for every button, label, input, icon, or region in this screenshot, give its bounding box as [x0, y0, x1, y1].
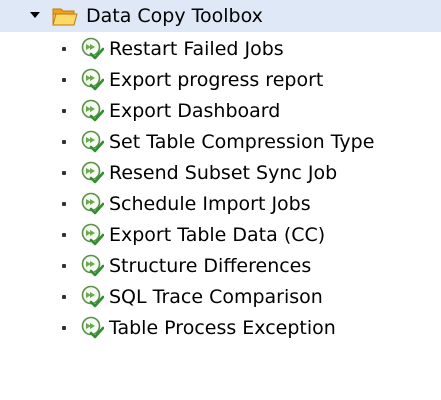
execute-icon — [81, 161, 104, 184]
tree-item-label: Table Process Exception — [109, 317, 336, 339]
execute-icon — [81, 37, 104, 60]
tree-root-label: Data Copy Toolbox — [86, 5, 263, 27]
tree-children: Restart Failed Jobs Export progress repo… — [0, 33, 441, 343]
bullet-icon — [62, 326, 66, 330]
toolbox-tree: Data Copy Toolbox Restart Failed Jobs Ex… — [0, 0, 441, 400]
tree-item-export-table-data-cc[interactable]: Export Table Data (CC) — [0, 219, 441, 250]
tree-item-structure-differences[interactable]: Structure Differences — [0, 250, 441, 281]
bullet-icon — [62, 202, 66, 206]
tree-item-label: SQL Trace Comparison — [109, 286, 323, 308]
tree-item-resend-subset-sync-job[interactable]: Resend Subset Sync Job — [0, 157, 441, 188]
bullet-icon — [62, 233, 66, 237]
execute-icon — [81, 130, 104, 153]
execute-icon — [81, 223, 104, 246]
execute-icon — [81, 285, 104, 308]
bullet-icon — [62, 295, 66, 299]
execute-icon — [81, 192, 104, 215]
tree-item-label: Restart Failed Jobs — [109, 38, 284, 60]
bullet-icon — [62, 109, 66, 113]
tree-item-table-process-exception[interactable]: Table Process Exception — [0, 312, 441, 343]
tree-item-label: Set Table Compression Type — [109, 131, 375, 153]
tree-item-set-table-compression-type[interactable]: Set Table Compression Type — [0, 126, 441, 157]
bullet-icon — [62, 140, 66, 144]
tree-item-label: Structure Differences — [109, 255, 312, 277]
execute-icon — [81, 99, 104, 122]
folder-open-icon — [52, 8, 78, 26]
bullet-icon — [62, 47, 66, 51]
bullet-icon — [62, 264, 66, 268]
tree-item-export-progress-report[interactable]: Export progress report — [0, 64, 441, 95]
execute-icon — [81, 68, 104, 91]
bullet-icon — [62, 171, 66, 175]
execute-icon — [81, 316, 104, 339]
tree-item-export-dashboard[interactable]: Export Dashboard — [0, 95, 441, 126]
tree-item-sql-trace-comparison[interactable]: SQL Trace Comparison — [0, 281, 441, 312]
tree-item-restart-failed-jobs[interactable]: Restart Failed Jobs — [0, 33, 441, 64]
tree-item-label: Export Dashboard — [109, 100, 281, 122]
tree-root-node[interactable]: Data Copy Toolbox — [0, 0, 441, 32]
execute-icon — [81, 254, 104, 277]
tree-item-label: Schedule Import Jobs — [109, 193, 311, 215]
tree-item-label: Export Table Data (CC) — [109, 224, 326, 246]
bullet-icon — [62, 78, 66, 82]
tree-item-label: Resend Subset Sync Job — [109, 162, 338, 184]
expand-triangle-icon[interactable] — [30, 12, 40, 18]
tree-item-schedule-import-jobs[interactable]: Schedule Import Jobs — [0, 188, 441, 219]
tree-item-label: Export progress report — [109, 69, 324, 91]
